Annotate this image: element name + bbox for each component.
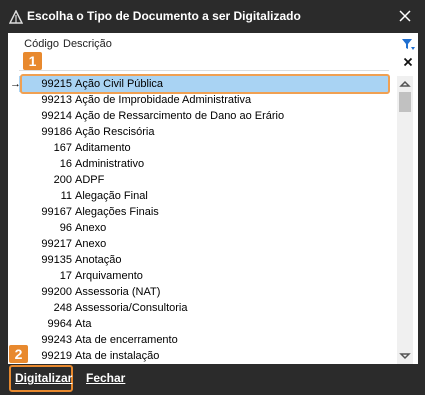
row-description: Ação de Improbidade Administrativa: [75, 94, 252, 106]
row-code: 99186: [41, 126, 72, 138]
list-item[interactable]: 99200 Assessoria (NAT): [19, 284, 389, 300]
list-item[interactable]: 99217 Anexo: [19, 236, 389, 252]
row-code: 99167: [41, 206, 72, 218]
grid-header: Código Descrição: [8, 33, 418, 51]
row-code: 167: [53, 142, 72, 154]
window-title: Escolha o Tipo de Documento a ser Digita…: [27, 9, 301, 23]
row-code: 200: [53, 174, 72, 186]
row-description: Ata de encerramento: [75, 334, 178, 346]
row-description: Alegação Final: [75, 190, 148, 202]
row-code: 17: [59, 270, 72, 282]
row-description: Ação Rescisória: [75, 126, 155, 138]
footer-bar: Digitalizar Fechar: [0, 364, 425, 395]
list-item[interactable]: 96 Anexo: [19, 220, 389, 236]
list-item[interactable]: 99243 Ata de encerramento: [19, 332, 389, 348]
list-item[interactable]: 99219 Ata de instalação: [19, 348, 389, 364]
clear-filter-icon[interactable]: [403, 57, 413, 67]
row-description: ADPF: [75, 174, 105, 186]
row-description: Anotação: [75, 254, 122, 266]
list-item[interactable]: 17 Arquivamento: [19, 268, 389, 284]
row-code: 99213: [41, 94, 72, 106]
row-code: 16: [59, 158, 72, 170]
row-description: Anexo: [75, 238, 107, 250]
selection-highlight-frame: [20, 74, 390, 94]
row-description: Aditamento: [75, 142, 131, 154]
list-item[interactable]: 9964 Ata: [19, 316, 389, 332]
row-description: Administrativo: [75, 158, 145, 170]
list-item[interactable]: 248 Assessoria/Consultoria: [19, 300, 389, 316]
callout-badge-2: 2: [9, 345, 28, 363]
list-item[interactable]: 167 Aditamento: [19, 140, 389, 156]
fechar-button[interactable]: Fechar: [86, 371, 125, 385]
list-item[interactable]: 99167 Alegações Finais: [19, 204, 389, 220]
column-header-description[interactable]: Descrição: [63, 38, 112, 50]
scroll-up-icon[interactable]: [397, 76, 413, 92]
row-code: 9964: [47, 318, 72, 330]
list-item[interactable]: 99186 Ação Rescisória: [19, 124, 389, 140]
row-description: Assessoria/Consultoria: [75, 302, 188, 314]
document-type-list: → 99215 Ação Civil Pública 99213 Ação de Imp…: [8, 76, 389, 364]
row-code: 99214: [41, 110, 72, 122]
row-description: Ata: [75, 318, 92, 330]
row-code: 99200: [41, 286, 72, 298]
scroll-down-icon[interactable]: [397, 348, 413, 364]
list-item[interactable]: 99135 Anotação: [19, 252, 389, 268]
row-description: Ação de Ressarcimento de Dano ao Erário: [75, 110, 285, 122]
row-code: 99135: [41, 254, 72, 266]
row-code: 248: [53, 302, 72, 314]
filter-row[interactable]: [19, 52, 389, 71]
row-code: 99217: [41, 238, 72, 250]
app-icon: [9, 10, 23, 24]
column-header-code[interactable]: Código: [8, 38, 59, 50]
callout-badge-1: 1: [23, 52, 42, 70]
title-bar: Escolha o Tipo de Documento a ser Digita…: [0, 0, 425, 33]
digitalizar-button[interactable]: Digitalizar: [15, 371, 72, 385]
list-item[interactable]: 99213 Ação de Improbidade Administrativa: [19, 92, 389, 108]
row-description: Anexo: [75, 222, 107, 234]
filter-icon[interactable]: [401, 37, 415, 51]
list-item[interactable]: 16 Administrativo: [19, 156, 389, 172]
scroll-thumb[interactable]: [399, 92, 411, 112]
row-code: 96: [59, 222, 72, 234]
close-icon[interactable]: [394, 6, 416, 26]
row-description: Assessoria (NAT): [75, 286, 161, 298]
row-code: 11: [60, 190, 72, 202]
row-description: Alegações Finais: [75, 206, 159, 218]
list-item[interactable]: 200 ADPF: [19, 172, 389, 188]
list-item[interactable]: 99214 Ação de Ressarcimento de Dano ao Er…: [19, 108, 389, 124]
list-item[interactable]: 11 Alegação Final: [19, 188, 389, 204]
row-description: Arquivamento: [75, 270, 143, 282]
vertical-scrollbar[interactable]: [397, 76, 413, 364]
row-description: Ata de instalação: [75, 350, 160, 362]
